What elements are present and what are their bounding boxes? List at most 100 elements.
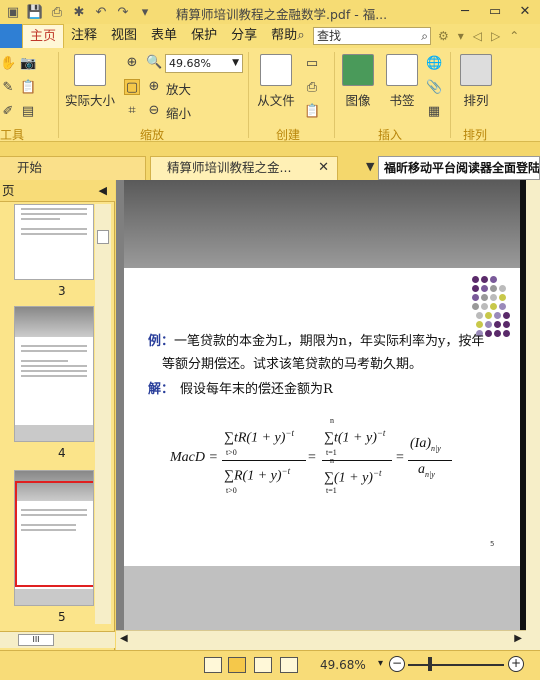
tab-start[interactable]: 开始 (0, 156, 146, 180)
zoom-dropdown-icon[interactable]: ▾ (378, 658, 383, 669)
bookmark-button[interactable]: 书签 (384, 54, 420, 109)
group-label-arrange: 排列 (463, 128, 488, 142)
zoom-in-status-icon[interactable]: + (508, 656, 524, 672)
annotate-icon[interactable]: ✐ (0, 104, 16, 120)
menu-view[interactable]: 视图 (104, 24, 144, 48)
page-number-label: 4 (58, 446, 66, 460)
decorative-dot (490, 285, 497, 292)
file-menu-button[interactable] (0, 24, 22, 48)
image-button[interactable]: 图像 (340, 54, 376, 109)
select-tool-icon[interactable]: ✎ (0, 80, 16, 96)
collapse-panel-icon[interactable]: ◀ (99, 180, 107, 202)
zoom-in-icon[interactable]: ⊕ (146, 79, 162, 95)
blank-page-icon[interactable]: ▭ (304, 56, 320, 72)
media-icon[interactable]: ▦ (426, 104, 442, 120)
decorative-dot (485, 330, 492, 337)
zoom-tool-icon[interactable]: 🔍 (146, 55, 162, 71)
decorative-dot (472, 294, 479, 301)
minimize-button[interactable]: ─ (450, 0, 480, 22)
zoom-slider[interactable] (408, 664, 504, 666)
decorative-dot (490, 303, 497, 310)
decorative-dot (485, 312, 492, 319)
menu-home[interactable]: 主页 (22, 24, 65, 48)
search-icon[interactable]: ⌕ (421, 28, 428, 44)
ribbon: ✋ 📷 ✎ 📋 ✐ ▤ 工具 实际大小 ⊕ 🔍 49.68% ▼ ▢ ⊕ 放大 … (0, 48, 540, 142)
scanner-icon[interactable]: ⎙ (304, 80, 320, 96)
scrollbar-thumb[interactable]: III (18, 634, 54, 646)
menu-comment[interactable]: 注释 (64, 24, 104, 48)
actual-size-button[interactable]: 实际大小 (64, 54, 116, 109)
menu-form[interactable]: 表单 (144, 24, 184, 48)
decorative-dot (499, 285, 506, 292)
page-tool-icon[interactable]: ▤ (20, 104, 36, 120)
solution-label: 解： (148, 382, 175, 397)
zoom-out-icon[interactable]: ⊖ (146, 103, 162, 119)
group-label-zoom: 缩放 (140, 128, 165, 142)
decorative-dot (485, 321, 492, 328)
facing-view-icon[interactable] (254, 657, 272, 673)
status-bar: 49.68% ▾ − + (0, 650, 540, 680)
close-tab-icon[interactable]: ✕ (318, 157, 329, 179)
save-icon[interactable]: 💾 (26, 3, 44, 21)
menu-share[interactable]: 分享 (224, 24, 264, 48)
zoom-slider-handle[interactable] (428, 657, 432, 671)
chevron-down-icon[interactable]: ▾ (458, 29, 464, 43)
find-tool-icon[interactable]: ⌕ (293, 28, 309, 44)
new-icon[interactable]: ✱ (70, 3, 88, 21)
app-logo-icon: ▣ (6, 4, 20, 20)
decorative-dot (476, 312, 483, 319)
next-arrow-icon[interactable]: ▷ (491, 29, 500, 43)
redo-icon[interactable]: ↷ (114, 3, 132, 21)
print-icon[interactable]: ⎙ (48, 3, 66, 21)
settings-gear-icon[interactable]: ⚙ (438, 29, 449, 43)
zoom-level-select[interactable]: 49.68% ▼ (165, 54, 243, 73)
page-thumbnail-3[interactable] (14, 204, 94, 280)
image-icon (342, 54, 374, 86)
document-vertical-scrollbar[interactable] (526, 180, 540, 650)
continuous-view-icon[interactable] (228, 657, 246, 673)
promo-banner[interactable]: 福昕移动平台阅读器全面登陆 (378, 156, 540, 180)
single-page-view-icon[interactable] (204, 657, 222, 673)
zoom-out-status-icon[interactable]: − (389, 656, 405, 672)
scrollbar-thumb[interactable] (97, 230, 109, 244)
from-file-button[interactable]: 从文件 (254, 54, 298, 109)
page-footer-band (124, 566, 520, 630)
thumbnail-scrollbar[interactable] (95, 204, 111, 624)
prev-arrow-icon[interactable]: ◁ (473, 29, 482, 43)
hand-tool-icon[interactable]: ✋ (0, 56, 16, 72)
attachment-icon[interactable]: 📎 (426, 80, 442, 96)
fit-visible-icon[interactable]: ⌗ (124, 103, 140, 119)
tab-list-chevron-icon[interactable]: ▼ (366, 160, 374, 173)
arrange-icon (460, 54, 492, 86)
search-input[interactable]: 查找 ⌕ (313, 27, 431, 45)
thumbnail-horizontal-scrollbar[interactable]: III (0, 631, 115, 648)
undo-icon[interactable]: ↶ (92, 3, 110, 21)
example-line-2: 等额分期偿还。试求该笔贷款的马考勒久期。 (162, 357, 423, 372)
scroll-left-icon[interactable]: ◀ (120, 633, 128, 644)
tab-document[interactable]: 精算师培训教程之金... ✕ (150, 156, 338, 180)
zoom-out-button[interactable]: 缩小 (166, 103, 191, 122)
panel-header: 页 ◀ (0, 180, 115, 202)
continuous-facing-view-icon[interactable] (280, 657, 298, 673)
group-label-insert: 插入 (378, 128, 403, 142)
snapshot-icon[interactable]: 📷 (20, 56, 36, 72)
document-view[interactable]: 例：一笔贷款的本金为L，期限为n，年实际利率为y，按年 等额分期偿还。试求该笔贷… (116, 180, 526, 630)
link-icon[interactable]: 🌐 (426, 56, 442, 72)
fit-width-icon[interactable]: ▢ (124, 79, 140, 95)
zoom-in-button[interactable]: 放大 (166, 79, 191, 98)
arrange-button[interactable]: 排列 (456, 54, 496, 109)
zoom-level-status[interactable]: 49.68% (320, 658, 366, 672)
clipboard-icon[interactable]: 📋 (20, 80, 36, 96)
close-button[interactable]: ✕ (510, 0, 540, 22)
ribbon-toggle-icon[interactable]: ⌃ (509, 29, 519, 43)
maximize-button[interactable]: ▭ (480, 0, 510, 22)
actual-size-icon (74, 54, 106, 86)
menu-protect[interactable]: 保护 (184, 24, 224, 48)
document-horizontal-scrollbar[interactable]: ◀ ▶ (116, 630, 526, 650)
dropdown-icon[interactable]: ▾ (136, 3, 154, 21)
scroll-right-icon[interactable]: ▶ (514, 633, 522, 644)
clipboard-create-icon[interactable]: 📋 (304, 104, 320, 120)
page-thumbnail-5[interactable] (14, 470, 94, 606)
fit-page-icon[interactable]: ⊕ (124, 55, 140, 71)
page-thumbnail-4[interactable] (14, 306, 94, 442)
